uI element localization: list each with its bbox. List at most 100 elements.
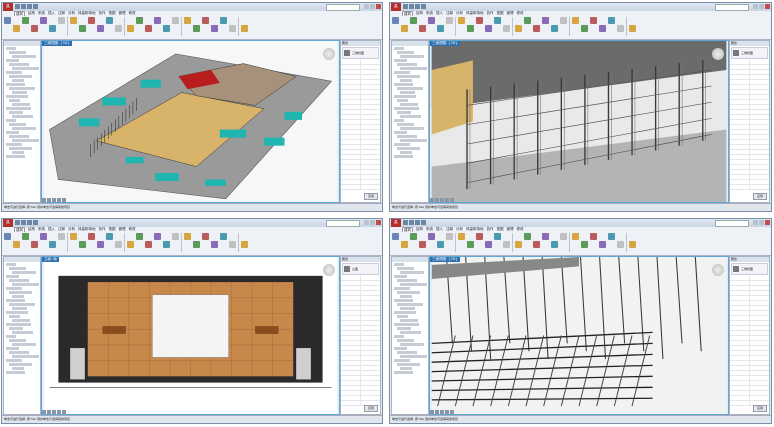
ribbon-tool-icon[interactable] (533, 25, 540, 32)
browser-tree-item[interactable] (6, 155, 25, 158)
ribbon-tool-icon[interactable] (211, 241, 218, 248)
close-icon[interactable] (376, 4, 381, 9)
property-value[interactable] (750, 301, 769, 305)
property-value[interactable] (361, 371, 380, 375)
ribbon-tab[interactable]: 修改 (517, 11, 524, 16)
ribbon-tool-icon[interactable] (581, 241, 588, 248)
application-menu-button[interactable]: R (391, 219, 401, 227)
ribbon-tool-icon[interactable] (608, 233, 615, 240)
ribbon-tab[interactable]: 分析 (68, 227, 75, 232)
view-tab[interactable]: 三维视图: {3D} (42, 41, 72, 46)
property-value[interactable] (750, 336, 769, 340)
ribbon-tab[interactable]: 体量和场地 (466, 11, 484, 16)
ribbon-tab[interactable]: 分析 (456, 11, 463, 16)
ribbon-tool-icon[interactable] (419, 25, 426, 32)
browser-tree-item[interactable] (6, 263, 16, 266)
ribbon-tool-icon[interactable] (542, 233, 549, 240)
browser-tree-item[interactable] (400, 271, 424, 274)
ribbon-tab[interactable]: 注释 (58, 11, 65, 16)
property-value[interactable] (750, 351, 769, 355)
property-value[interactable] (361, 95, 380, 99)
ribbon-tab[interactable]: 插入 (48, 227, 55, 232)
browser-tree-item[interactable] (9, 51, 26, 54)
property-value[interactable] (750, 185, 769, 189)
browser-tree-item[interactable] (397, 363, 420, 366)
property-value[interactable] (750, 376, 769, 380)
redo-icon[interactable] (421, 4, 426, 9)
ribbon-tool-icon[interactable] (476, 17, 483, 24)
property-value[interactable] (361, 386, 380, 390)
browser-tree-item[interactable] (12, 319, 30, 322)
ribbon-tool-icon[interactable] (79, 241, 86, 248)
browser-tree-item[interactable] (397, 63, 417, 66)
property-value[interactable] (750, 276, 769, 280)
browser-tree-item[interactable] (9, 123, 26, 126)
ribbon-tool-icon[interactable] (70, 17, 77, 24)
ribbon-tool-icon[interactable] (533, 241, 540, 248)
browser-tree-item[interactable] (6, 143, 22, 146)
ribbon-tool-icon[interactable] (13, 241, 20, 248)
type-selector[interactable]: 三维视图 (731, 263, 768, 275)
browser-tree-item[interactable] (12, 55, 36, 58)
apply-button[interactable]: 应用 (364, 405, 378, 412)
application-menu-button[interactable]: R (3, 3, 13, 11)
property-value[interactable] (750, 110, 769, 114)
ribbon-tool-icon[interactable] (31, 25, 38, 32)
property-value[interactable] (750, 130, 769, 134)
property-value[interactable] (750, 165, 769, 169)
ribbon-tool-icon[interactable] (49, 25, 56, 32)
browser-tree-item[interactable] (400, 103, 418, 106)
ribbon-tab[interactable]: 管理 (507, 227, 514, 232)
ribbon-tab[interactable]: 建筑 (14, 11, 25, 16)
property-value[interactable] (361, 356, 380, 360)
ribbon-tool-icon[interactable] (22, 233, 29, 240)
property-value[interactable] (361, 366, 380, 370)
browser-tree-item[interactable] (9, 291, 32, 294)
browser-tree-item[interactable] (12, 271, 36, 274)
sun-path-icon[interactable] (57, 410, 61, 414)
browser-tree-item[interactable] (12, 355, 39, 358)
drawing-viewport[interactable]: 三维视图: {3D} (429, 256, 729, 415)
ribbon-tab[interactable]: 结构 (28, 227, 35, 232)
ribbon-tool-icon[interactable] (202, 233, 209, 240)
browser-tree-item[interactable] (394, 335, 404, 338)
minimize-icon[interactable] (364, 220, 369, 225)
browser-tree-item[interactable] (397, 87, 423, 90)
ribbon-tool-icon[interactable] (31, 241, 38, 248)
sun-path-icon[interactable] (445, 410, 449, 414)
ribbon-tool-icon[interactable] (220, 233, 227, 240)
ribbon-tool-icon[interactable] (22, 17, 29, 24)
browser-tree-item[interactable] (6, 287, 22, 290)
property-value[interactable] (361, 321, 380, 325)
browser-tree-item[interactable] (397, 111, 411, 114)
ribbon-tab[interactable]: 系统 (426, 227, 433, 232)
ribbon-tool-icon[interactable] (163, 25, 170, 32)
property-value[interactable] (750, 145, 769, 149)
ribbon-tool-icon[interactable] (428, 233, 435, 240)
property-value[interactable] (361, 165, 380, 169)
ribbon-tool-icon[interactable] (79, 25, 86, 32)
property-value[interactable] (361, 65, 380, 69)
property-value[interactable] (750, 346, 769, 350)
browser-tree-item[interactable] (394, 275, 407, 278)
ribbon-tab[interactable]: 视图 (109, 227, 116, 232)
ribbon-tab[interactable]: 协作 (487, 227, 494, 232)
ribbon-tool-icon[interactable] (437, 241, 444, 248)
browser-tree-item[interactable] (6, 83, 25, 86)
ribbon-tool-icon[interactable] (458, 17, 465, 24)
ribbon-tool-icon[interactable] (458, 233, 465, 240)
detail-level-icon[interactable] (47, 410, 51, 414)
property-value[interactable] (750, 105, 769, 109)
ribbon-tool-icon[interactable] (88, 17, 95, 24)
property-value[interactable] (750, 296, 769, 300)
ribbon-tab[interactable]: 管理 (119, 11, 126, 16)
browser-tree-item[interactable] (9, 363, 32, 366)
property-value[interactable] (361, 306, 380, 310)
ribbon-tool-icon[interactable] (494, 233, 501, 240)
ribbon-tool-icon[interactable] (392, 17, 399, 24)
browser-tree-item[interactable] (6, 371, 25, 374)
property-value[interactable] (361, 351, 380, 355)
browser-tree-item[interactable] (394, 59, 407, 62)
ribbon-tab[interactable]: 修改 (129, 11, 136, 16)
ribbon-tool-icon[interactable] (58, 233, 65, 240)
